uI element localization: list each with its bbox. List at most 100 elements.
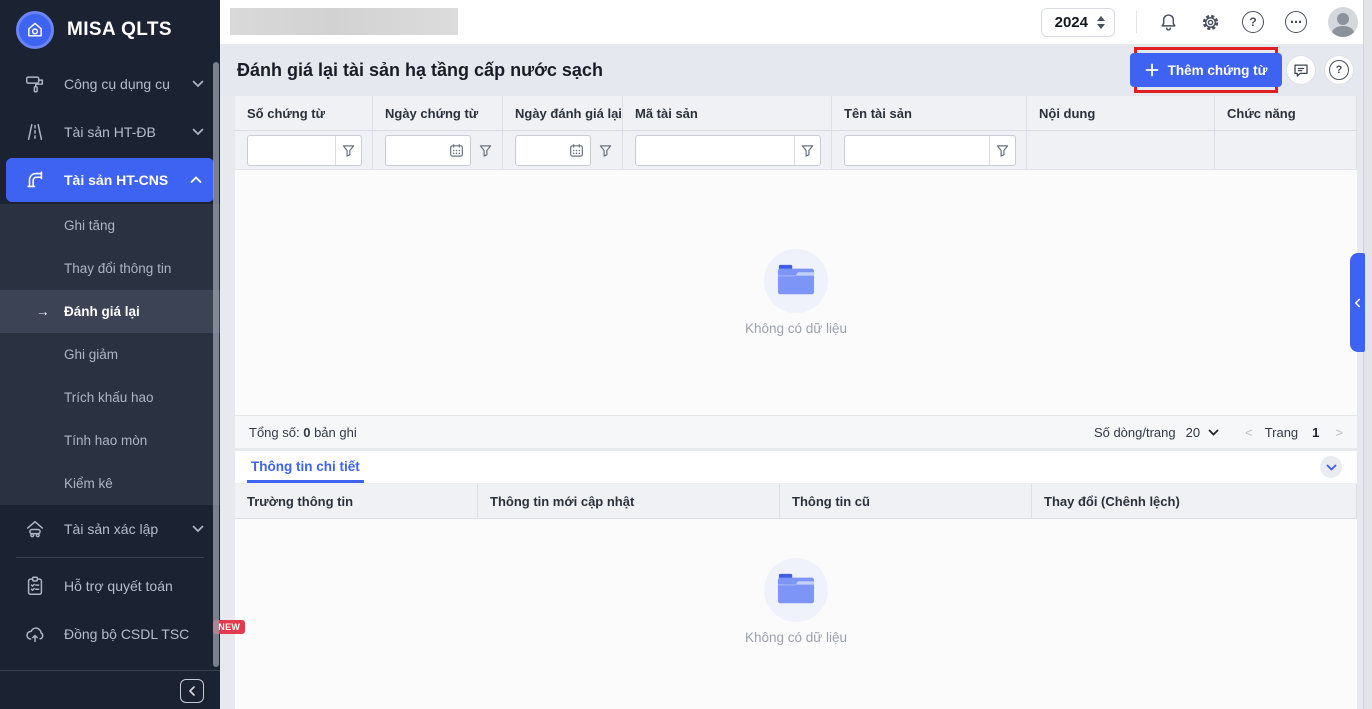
filter-funnel-icon[interactable] [336,144,361,157]
pagination: Số dòng/trang 20 < Trang 1 > [1094,425,1345,440]
year-stepper-icon[interactable] [1097,15,1105,29]
detail-panel: Thông tin chi tiết Trường thông tin Thôn… [235,451,1357,709]
filter-input[interactable] [845,135,989,165]
ellipsis-icon: ⋯ [1285,11,1307,33]
rows-per-page-select[interactable]: 20 [1186,425,1219,440]
current-page: 1 [1312,424,1320,440]
user-avatar[interactable] [1328,7,1358,37]
sidebar-item-label: Tài sản HT-ĐB [64,124,156,140]
chevron-down-icon [192,525,204,533]
next-page-button[interactable]: > [1333,425,1345,440]
sidebar-item-cong-cu-dung-cu[interactable]: Công cụ dụng cụ [0,60,220,108]
filter-funnel-icon[interactable] [477,144,492,157]
column-header: Nội dung [1027,96,1215,130]
sidebar-item-label: Tài sản HT-CNS [64,172,169,188]
table-footer: Tổng số: 0 bản ghi Số dòng/trang 20 < Tr… [235,416,1357,448]
sidebar-item-dong-bo-csdl-tsc[interactable]: Đồng bộ CSDL TSC NEW [0,610,246,658]
chevron-down-icon [192,128,204,136]
empty-state: Không có dữ liệu [745,249,847,336]
chevron-up-icon [190,176,202,184]
column-header: Thông tin cũ [780,484,1032,518]
submenu-item-thay-doi-thong-tin[interactable]: Thay đổi thông tin [0,247,220,290]
filter-funnel-icon[interactable] [795,144,820,157]
settings-button[interactable] [1200,12,1221,33]
submenu-item-danh-gia-lai[interactable]: → Đánh giá lại [0,290,220,333]
submenu-item-ghi-tang[interactable]: Ghi tăng [0,204,220,247]
gear-icon [1200,12,1221,33]
sidebar-item-tai-san-ht-cns[interactable]: Tài sản HT-CNS [6,158,214,202]
filter-ma-tai-san [635,134,821,166]
road-icon [24,121,46,143]
column-header: Ngày đánh giá lại [503,96,623,130]
fiscal-year-selector[interactable]: 2024 [1040,7,1115,37]
detail-collapse-button[interactable] [1320,456,1342,478]
annotation-highlight-box: Thêm chứng từ [1129,47,1283,93]
app-title: MISA QLTS [67,19,172,40]
add-voucher-button[interactable]: Thêm chứng từ [1129,53,1283,87]
empty-folder-halo [763,249,828,313]
date-filter-input[interactable] [516,135,563,165]
redacted-org-name [230,8,458,35]
submenu-item-trich-khau-hao[interactable]: Trích khấu hao [0,376,220,419]
empty-text: Không có dữ liệu [744,321,848,336]
sidebar-divider [16,557,204,558]
submenu-item-tinh-hao-mon[interactable]: Tính hao mòn [0,419,220,462]
filter-ngay-chung-tu [385,134,471,166]
filter-input[interactable] [248,135,335,165]
app-logo-icon [16,11,54,49]
help-button[interactable]: ? [1242,11,1264,33]
date-filter-input[interactable] [386,135,443,165]
column-header: Thay đổi (Chênh lệch) [1032,484,1357,518]
total-count: 0 [303,424,311,440]
folder-icon [773,571,819,609]
side-panel-handle[interactable] [1350,253,1365,352]
add-voucher-label: Thêm chứng từ [1167,62,1268,78]
question-icon: ? [1242,11,1264,33]
submenu-item-label: Đánh giá lại [64,304,140,319]
column-header: Trường thông tin [235,484,478,518]
more-options-button[interactable]: ⋯ [1285,11,1307,33]
detail-tab-bar: Thông tin chi tiết [235,451,1357,484]
sidebar-item-label: Tài sản xác lập [64,521,159,537]
voucher-table: Số chứng từ Ngày chứng từ Ngày đánh giá … [235,96,1357,448]
water-pipe-icon [24,169,46,191]
sidebar-submenu: Ghi tăng Thay đổi thông tin → Đánh giá l… [0,204,220,505]
sidebar-collapse-button[interactable] [180,679,204,703]
calendar-icon[interactable] [443,143,470,158]
submenu-item-ghi-giam[interactable]: Ghi giảm [0,333,220,376]
submenu-item-kiem-ke[interactable]: Kiểm kê [0,462,220,505]
filter-input[interactable] [636,135,794,165]
filter-funnel-icon[interactable] [597,144,612,157]
chevron-down-icon [192,80,204,88]
feedback-chat-button[interactable] [1287,56,1315,84]
tab-thong-tin-chi-tiet[interactable]: Thông tin chi tiết [247,452,364,483]
page-help-button[interactable]: ? [1325,56,1353,84]
brand: MISA QLTS [0,0,220,60]
column-header: Mã tài sản [623,96,832,130]
sidebar-item-tai-san-xac-lap[interactable]: Tài sản xác lập [0,505,220,553]
chevron-left-icon [1354,298,1361,307]
page-title: Đánh giá lại tài sản hạ tầng cấp nước sạ… [237,60,603,80]
fiscal-year-value: 2024 [1054,13,1088,31]
chevron-down-icon [1208,429,1219,436]
calendar-icon[interactable] [563,143,590,158]
notifications-button[interactable] [1158,12,1179,33]
prev-page-button[interactable]: < [1243,425,1255,440]
sidebar-item-ho-tro-quyet-toan[interactable]: Hỗ trợ quyết toán [0,562,220,610]
sidebar-footer [0,670,220,709]
sidebar-item-label: Đồng bộ CSDL TSC [64,626,190,642]
sidebar-item-tai-san-ht-db[interactable]: Tài sản HT-ĐB [0,108,220,156]
sidebar-scrollbar[interactable] [213,62,219,667]
filter-cell-empty [1027,131,1215,169]
window-scrollbar[interactable] [1363,0,1372,709]
filter-funnel-icon[interactable] [990,144,1015,157]
page-label: Trang [1264,424,1299,440]
rows-per-page-label: Số dòng/trang [1093,424,1176,440]
column-header: Số chứng từ [235,96,373,130]
empty-state: Không có dữ liệu [744,557,848,645]
sidebar-item-label: Hỗ trợ quyết toán [64,578,173,594]
empty-folder-halo [763,557,828,622]
question-icon: ? [1329,60,1349,80]
empty-text: Không có dữ liệu [744,629,848,645]
folder-icon [773,262,819,300]
